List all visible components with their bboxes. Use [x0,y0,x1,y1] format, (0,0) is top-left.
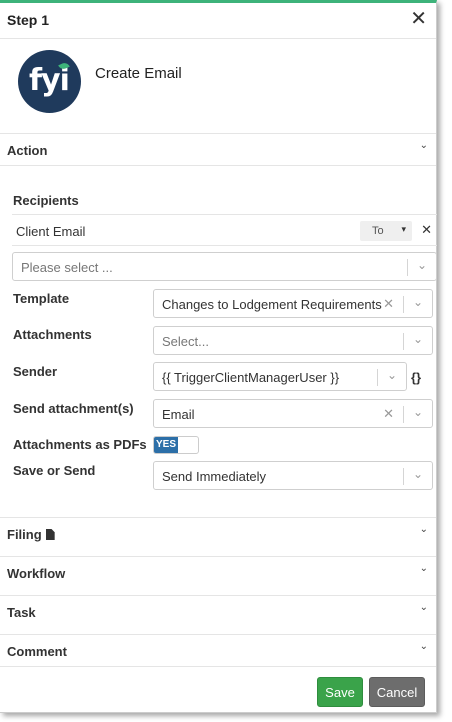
recipient-type-value: To [372,225,384,237]
cancel-button[interactable]: Cancel [369,677,425,707]
section-comment-label: Comment [7,644,67,659]
template-label: Template [13,291,70,306]
section-filing-label: Filing [7,527,55,542]
section-action-label: Action [7,143,48,158]
section-filing[interactable]: Filing ⌄ [0,517,436,548]
chevron-down-icon: ⌄ [386,368,397,382]
chevron-down-icon: ⌄ [412,332,423,346]
chevron-down-icon[interactable]: ⌄ [420,524,428,535]
clear-icon[interactable]: ✕ [383,406,394,422]
select-divider [403,468,404,485]
chevron-down-icon: ⌄ [412,405,423,419]
chevron-down-icon: ⌄ [412,295,423,309]
select-divider [403,333,404,350]
save-or-send-select[interactable]: Send Immediately ⌄ [153,461,433,490]
document-icon [45,529,55,540]
template-value: Changes to Lodgement Requirements [162,297,382,312]
recipient-row: Client Email To ▾ ✕ [12,214,437,246]
recipient-select-placeholder: Please select ... [21,260,113,275]
select-divider [403,406,404,423]
recipient-type-select[interactable]: To ▾ [360,221,412,241]
action-title: Create Email [95,65,182,82]
save-button[interactable]: Save [317,677,363,707]
chevron-down-icon[interactable]: ⌄ [420,641,428,652]
section-workflow-label: Workflow [7,566,66,581]
panel-header: Step 1 ✕ [0,3,436,39]
select-divider [377,369,378,386]
section-workflow[interactable]: Workflow ⌄ [0,556,436,587]
step-panel: Step 1 ✕ fyi Create Email Action ⌄ Recip… [0,0,437,713]
send-attachments-label: Send attachment(s) [13,401,134,416]
recipient-select[interactable]: Please select ... ⌄ [12,252,437,281]
chevron-down-icon[interactable]: ⌄ [420,602,428,613]
chevron-down-icon: ⌄ [412,467,423,481]
caret-down-icon: ▾ [401,224,406,234]
attachments-pdf-label: Attachments as PDFs [13,437,147,452]
sender-select[interactable]: {{ TriggerClientManagerUser }} ⌄ [153,362,407,391]
close-icon[interactable]: ✕ [410,8,427,30]
divider [0,165,436,166]
select-divider [403,296,404,313]
insert-variable-icon[interactable]: {} [411,370,421,385]
sender-label: Sender [13,364,58,379]
fyi-logo: fyi [18,50,81,113]
save-or-send-value: Send Immediately [162,469,267,484]
attachments-pdf-toggle[interactable]: YES [153,436,199,454]
section-comment[interactable]: Comment ⌄ [0,634,436,666]
section-filing-text: Filing [7,527,42,542]
save-or-send-label: Save or Send [13,463,96,478]
select-divider [407,259,408,276]
divider [0,666,436,667]
attachments-label: Attachments [13,327,92,342]
template-select[interactable]: Changes to Lodgement Requirements ✕ ⌄ [153,289,433,318]
section-action[interactable]: Action ⌄ [0,133,436,165]
chevron-down-icon: ⌄ [416,258,427,272]
panel-title: Step 1 [7,12,50,28]
section-task-label: Task [7,605,36,620]
section-task[interactable]: Task ⌄ [0,595,436,626]
sender-value: {{ TriggerClientManagerUser }} [162,370,340,385]
attachments-select[interactable]: Select... ⌄ [153,326,433,355]
clear-icon[interactable]: ✕ [383,296,394,312]
chevron-down-icon[interactable]: ⌄ [420,563,428,574]
attachments-placeholder: Select... [162,334,209,349]
send-attachments-value: Email [162,407,195,422]
toggle-on-label: YES [154,437,178,453]
recipients-heading: Recipients [13,193,79,208]
chevron-down-icon[interactable]: ⌄ [420,140,428,151]
send-attachments-select[interactable]: Email ✕ ⌄ [153,399,433,428]
remove-recipient-icon[interactable]: ✕ [421,222,432,238]
recipient-name: Client Email [16,224,86,239]
